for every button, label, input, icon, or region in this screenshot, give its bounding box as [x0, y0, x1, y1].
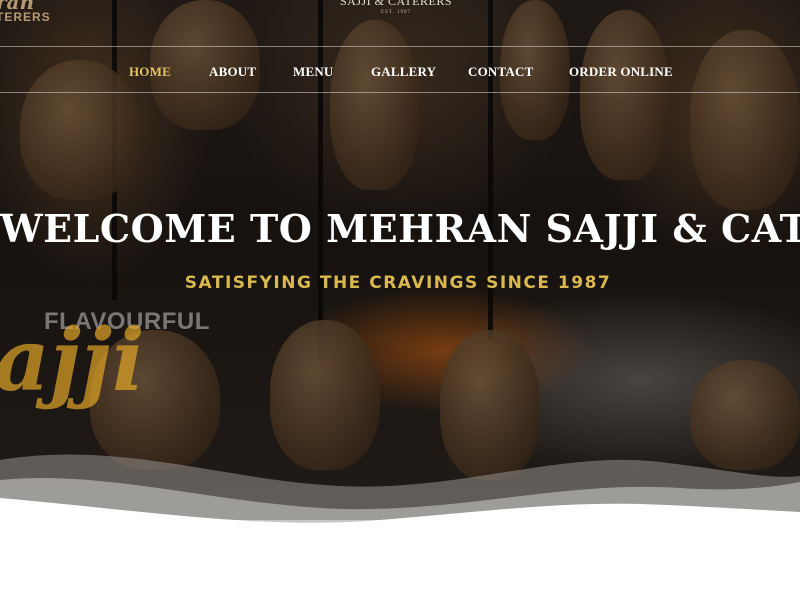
nav-item-menu[interactable]: MENU	[293, 64, 334, 80]
wave-divider	[0, 454, 800, 600]
brand-name: SAJJI & CATERERS	[339, 0, 453, 8]
nav-item-home[interactable]: HOME	[129, 64, 171, 80]
nav-item-about[interactable]: ABOUT	[209, 64, 256, 80]
site-logo[interactable]: ran ® TERERS	[0, 0, 76, 24]
logo-subtitle: TERERS	[0, 10, 51, 24]
nav-item-contact[interactable]: CONTACT	[468, 64, 533, 80]
nav-divider-bottom	[0, 92, 800, 93]
hero-tagline: SATISFYING THE CRAVINGS SINCE 1987	[184, 273, 612, 293]
brand-wordmark[interactable]: SAJJI & CATERERS EST. 1987	[336, 0, 456, 15]
hero-headline: WELCOME TO MEHRAN SAJJI & CATERERS	[0, 206, 800, 251]
main-navigation: HOME ABOUT MENU GALLERY CONTACT ORDER ON…	[0, 47, 800, 92]
brand-established: EST. 1987	[380, 10, 412, 15]
nav-item-gallery[interactable]: GALLERY	[371, 64, 436, 80]
nav-item-order-online[interactable]: ORDER ONLINE	[569, 64, 673, 80]
promo-sajji-script: ajji	[0, 310, 145, 411]
